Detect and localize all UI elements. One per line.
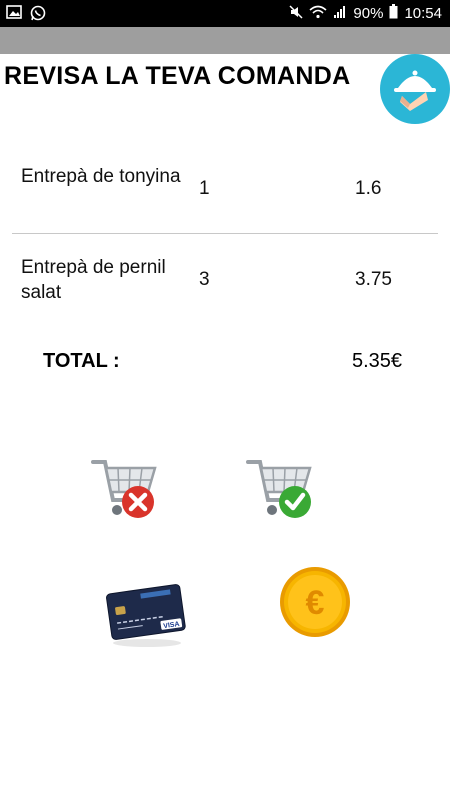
signal-icon: [333, 5, 347, 23]
cash-payment-button[interactable]: €: [275, 562, 355, 642]
cart-confirm-icon: [246, 460, 312, 518]
card-payment-button[interactable]: VISA: [105, 575, 186, 655]
mute-icon: [289, 4, 303, 23]
cancel-order-button[interactable]: [85, 450, 165, 530]
wifi-icon: [309, 5, 327, 23]
item-name: Entrepà de pernil salat: [21, 257, 166, 303]
total-label: TOTAL :: [43, 350, 120, 372]
item-price: 3.75: [355, 269, 392, 290]
cart-cancel-icon: [91, 460, 157, 518]
image-icon: [6, 5, 22, 26]
whatsapp-icon: [30, 5, 46, 26]
confirm-order-button[interactable]: [240, 450, 320, 530]
item-qty: 1: [199, 178, 210, 199]
item-name: Entrepà de tonyina: [21, 166, 181, 187]
status-time: 10:54: [404, 5, 442, 22]
euro-symbol: €: [306, 584, 325, 622]
battery-percent: 90%: [353, 5, 384, 22]
total-value: 5.35€: [352, 350, 403, 372]
battery-icon: [389, 4, 398, 23]
item-qty: 3: [199, 269, 210, 290]
app-bar: [0, 27, 450, 54]
euro-coin-icon: €: [280, 567, 350, 637]
credit-card-icon: VISA: [106, 584, 186, 647]
item-price: 1.6: [355, 178, 382, 199]
row-divider: [12, 233, 438, 234]
status-bar: 90% 10:54: [0, 0, 450, 27]
waiter-icon[interactable]: [380, 54, 450, 124]
page-title: REVISA LA TEVA COMANDA: [4, 62, 351, 90]
